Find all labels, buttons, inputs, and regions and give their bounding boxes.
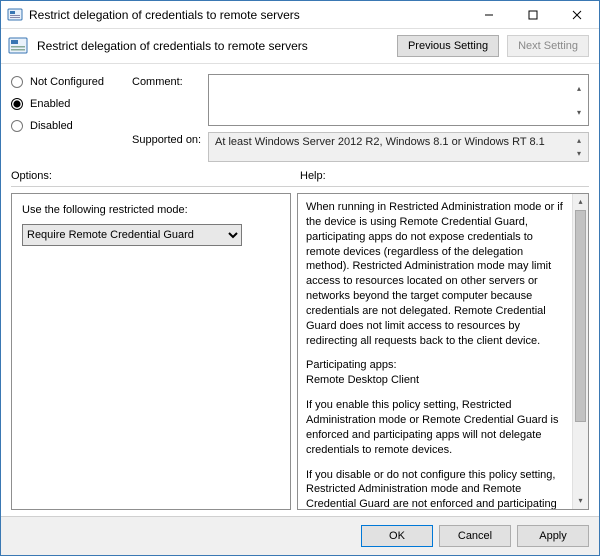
ok-button[interactable]: OK (361, 525, 433, 547)
header-title: Restrict delegation of credentials to re… (37, 39, 389, 53)
close-button[interactable] (555, 1, 599, 29)
help-text-2b: Remote Desktop Client (306, 373, 568, 388)
radio-disabled-input[interactable] (11, 120, 23, 132)
chevron-up-icon[interactable]: ▴ (571, 76, 587, 100)
gpedit-icon (7, 7, 23, 23)
titlebar: Restrict delegation of credentials to re… (1, 1, 599, 29)
scroll-up-icon[interactable]: ▴ (573, 194, 588, 210)
radio-enabled-label: Enabled (30, 98, 70, 110)
mid-labels: Options: Help: (1, 166, 599, 184)
apply-button[interactable]: Apply (517, 525, 589, 547)
radio-not-configured-input[interactable] (11, 76, 23, 88)
scroll-down-icon[interactable]: ▾ (573, 493, 588, 509)
supported-spin[interactable]: ▴ ▾ (571, 134, 587, 160)
supported-label: Supported on: (132, 132, 202, 146)
help-panel: When running in Restricted Administratio… (297, 193, 589, 510)
config-grid: Not Configured Enabled Disabled Comment:… (1, 64, 599, 166)
chevron-up-icon[interactable]: ▴ (571, 134, 587, 147)
comment-input[interactable]: ▴ ▾ (208, 74, 589, 126)
footer: OK Cancel Apply (1, 516, 599, 555)
supported-box: At least Windows Server 2012 R2, Windows… (208, 132, 589, 162)
previous-setting-button[interactable]: Previous Setting (397, 35, 499, 57)
window: Restrict delegation of credentials to re… (0, 0, 600, 556)
scroll-thumb[interactable] (575, 210, 586, 422)
help-scrollbar[interactable]: ▴ ▾ (572, 194, 588, 509)
divider (11, 186, 589, 187)
radio-enabled-input[interactable] (11, 98, 23, 110)
scroll-track[interactable] (573, 210, 588, 493)
mode-label: Use the following restricted mode: (22, 204, 280, 216)
supported-value: At least Windows Server 2012 R2, Windows… (215, 136, 545, 148)
options-label: Options: (11, 170, 300, 182)
radio-disabled-label: Disabled (30, 120, 73, 132)
help-text-2a: Participating apps: (306, 358, 568, 373)
cancel-button[interactable]: Cancel (439, 525, 511, 547)
radio-disabled[interactable]: Disabled (11, 120, 126, 132)
help-text-4: If you disable or do not configure this … (306, 468, 568, 511)
chevron-down-icon[interactable]: ▾ (571, 147, 587, 160)
radio-not-configured-label: Not Configured (30, 76, 104, 88)
next-setting-button: Next Setting (507, 35, 589, 57)
panels: Use the following restricted mode: Requi… (1, 193, 599, 516)
window-title: Restrict delegation of credentials to re… (29, 8, 467, 22)
help-text-1: When running in Restricted Administratio… (306, 200, 568, 348)
minimize-button[interactable] (467, 1, 511, 29)
radio-not-configured[interactable]: Not Configured (11, 76, 126, 88)
help-text-3: If you enable this policy setting, Restr… (306, 398, 568, 457)
help-label: Help: (300, 170, 589, 182)
policy-icon (7, 35, 29, 57)
comment-spin[interactable]: ▴ ▾ (571, 76, 587, 124)
maximize-button[interactable] (511, 1, 555, 29)
options-panel: Use the following restricted mode: Requi… (11, 193, 291, 510)
comment-label: Comment: (132, 74, 202, 88)
header-row: Restrict delegation of credentials to re… (1, 29, 599, 64)
chevron-down-icon[interactable]: ▾ (571, 100, 587, 124)
mode-select[interactable]: Require Remote Credential Guard (22, 224, 242, 246)
radio-enabled[interactable]: Enabled (11, 98, 126, 110)
